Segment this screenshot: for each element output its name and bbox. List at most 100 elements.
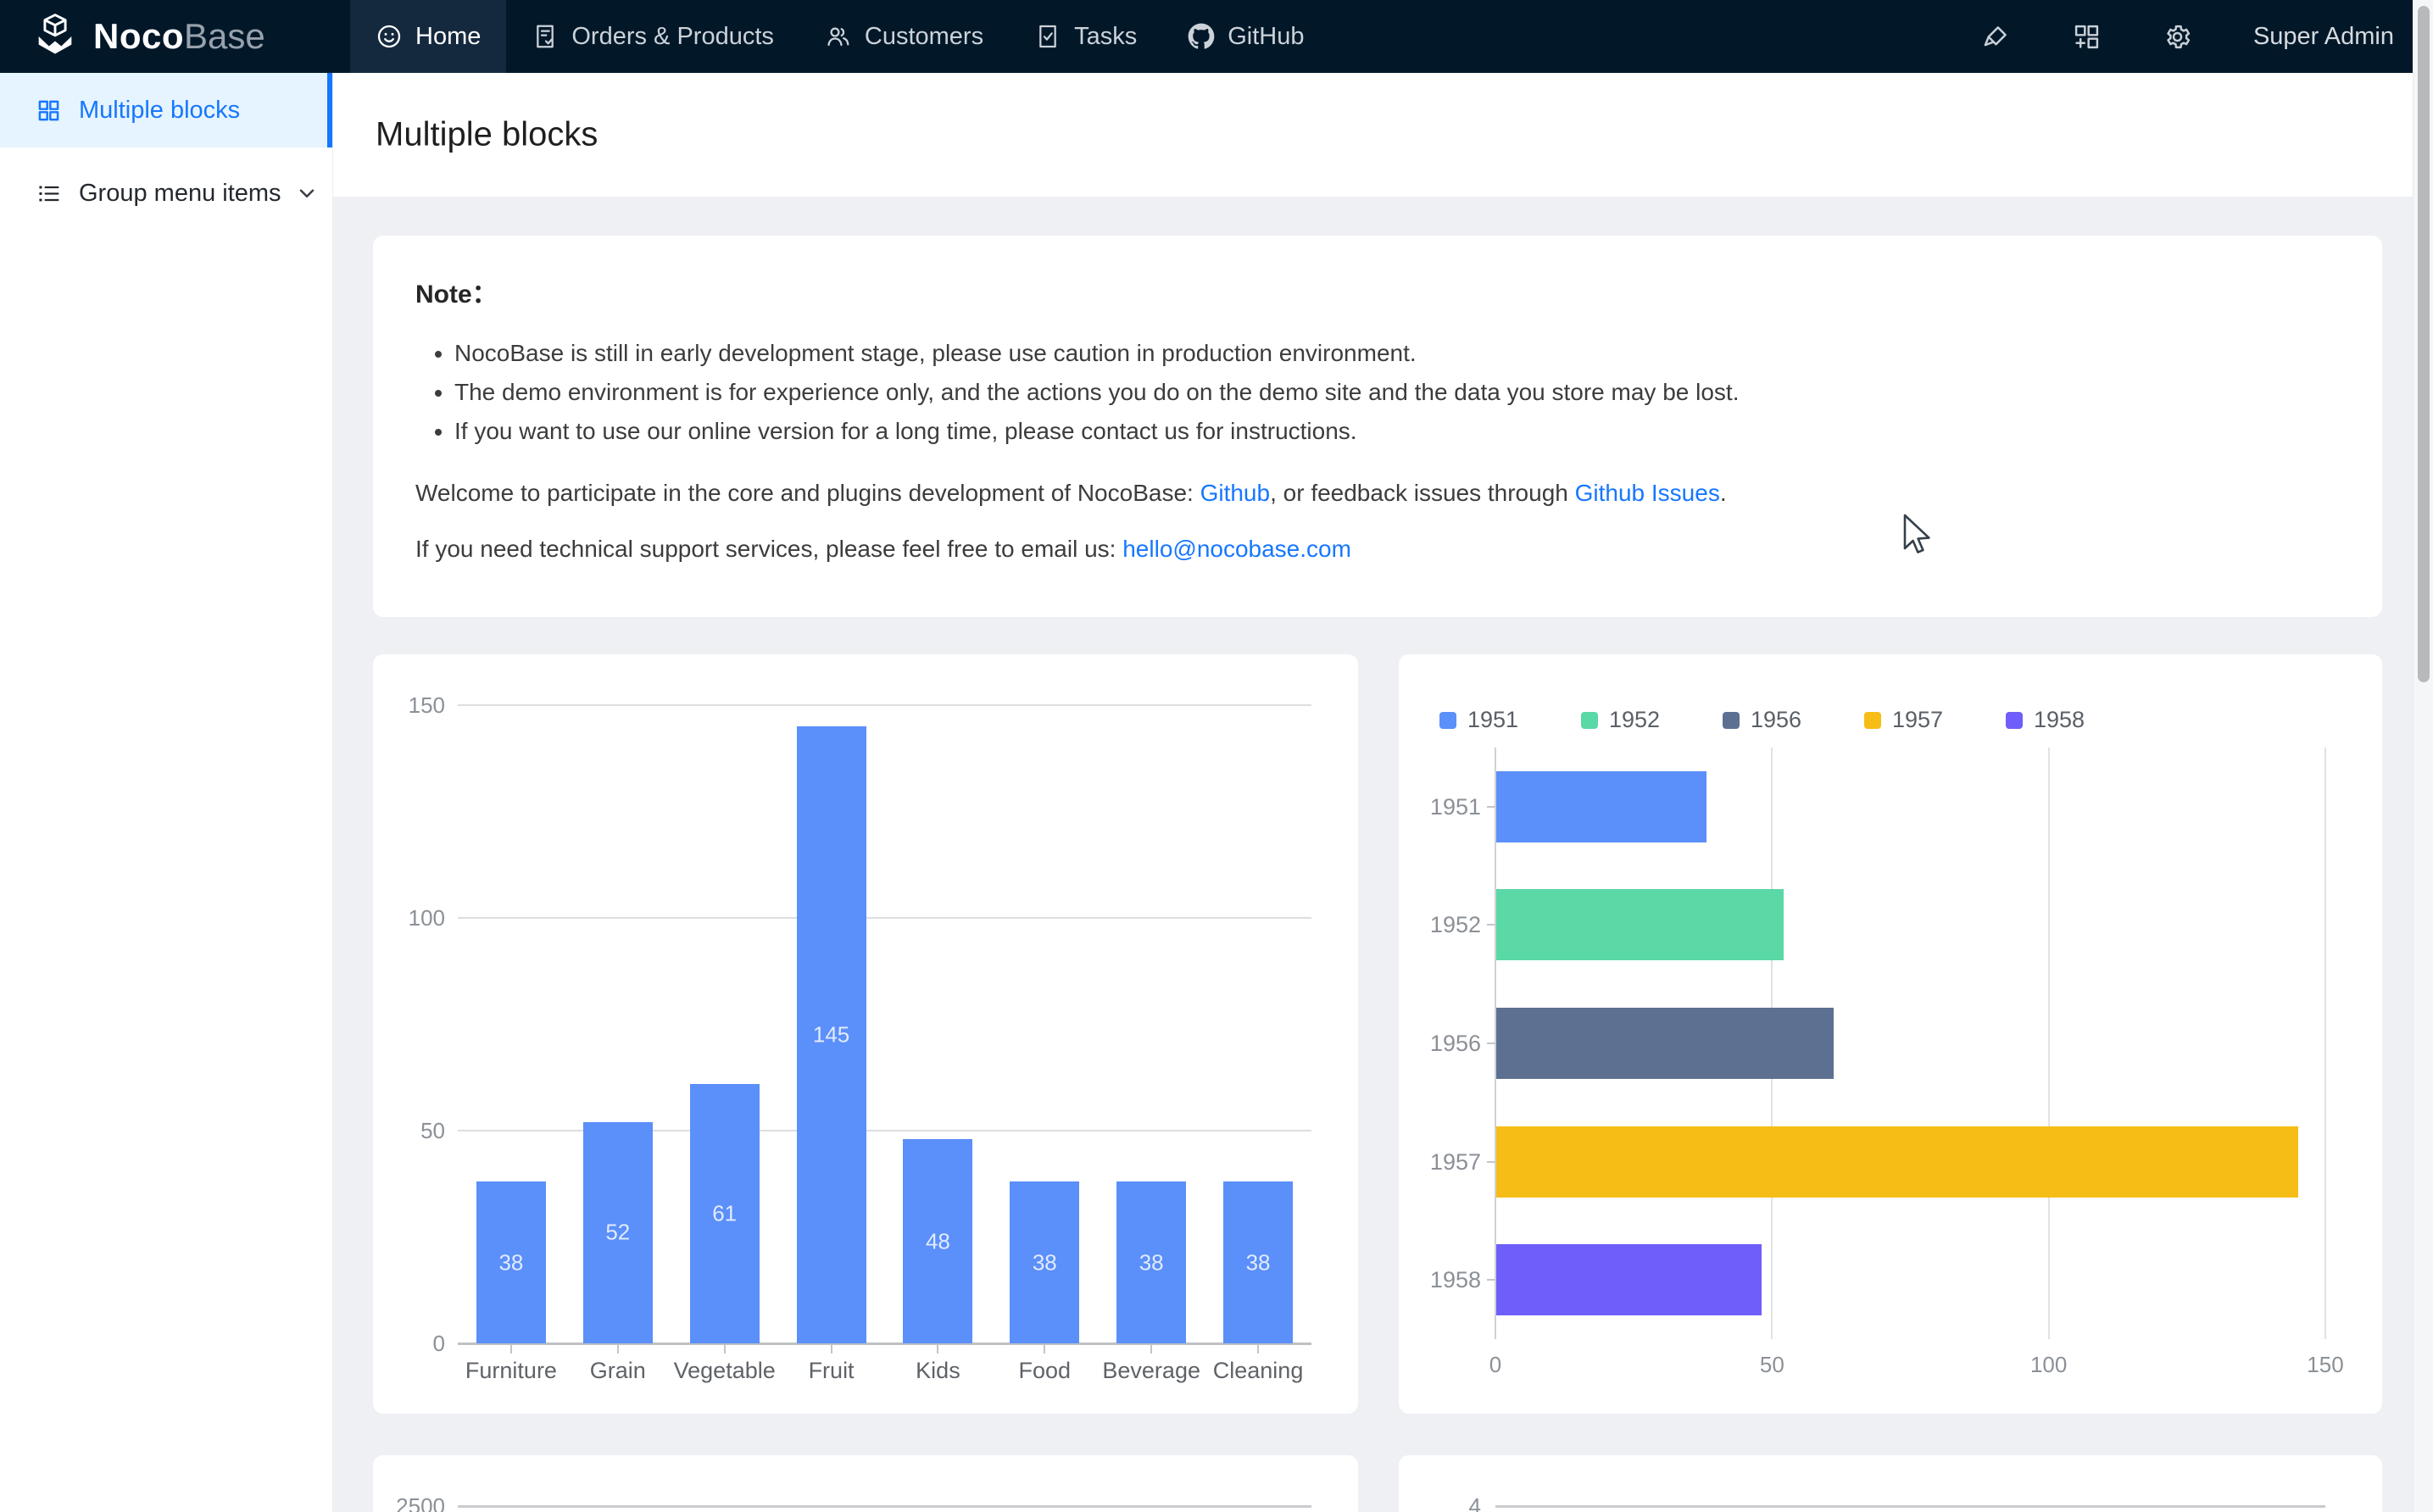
sidebar-item-group-menu-items[interactable]: Group menu items xyxy=(0,156,332,231)
bar-furniture[interactable]: 38 xyxy=(476,1181,546,1343)
smiley-icon xyxy=(376,23,403,50)
bar-beverage[interactable]: 38 xyxy=(1116,1181,1186,1343)
legend-label: 1956 xyxy=(1751,707,1801,733)
bar-food[interactable]: 38 xyxy=(1010,1181,1079,1343)
link-github-issues[interactable]: Github Issues xyxy=(1575,480,1720,506)
bar-value-label: 38 xyxy=(1010,1249,1079,1276)
bar-value-label: 38 xyxy=(476,1249,546,1276)
y-axis-category-label: 1957 xyxy=(1413,1148,1481,1176)
bar-value-label: 38 xyxy=(1223,1249,1293,1276)
y-axis-tick-label: 0 xyxy=(381,1330,445,1357)
note-paragraph-welcome: Welcome to participate in the core and p… xyxy=(415,476,2340,510)
bar-vegetable[interactable]: 61 xyxy=(690,1084,760,1343)
user-menu[interactable]: Super Admin xyxy=(2253,23,2394,51)
x-axis-tick-label: 100 xyxy=(2015,1351,2083,1378)
bar-kids[interactable]: 48 xyxy=(903,1139,972,1343)
x-axis-tick xyxy=(937,1345,938,1354)
bar-1958[interactable] xyxy=(1496,1244,1762,1315)
x-axis-tick xyxy=(1044,1345,1045,1354)
note-bullet: NocoBase is still in early development s… xyxy=(454,334,2340,373)
partial-chart-card-right: 4 xyxy=(1399,1455,2382,1512)
link-github[interactable]: Github xyxy=(1200,480,1271,506)
y-axis-category-label: 1958 xyxy=(1413,1266,1481,1293)
note-bullet: If you want to use our online version fo… xyxy=(454,412,2340,451)
nav-item-label: Home xyxy=(415,23,481,51)
x-axis-tick xyxy=(617,1345,619,1354)
nav-item-orders-products[interactable]: Orders & Products xyxy=(506,0,799,73)
bar-1957[interactable] xyxy=(1496,1126,2298,1198)
legend-label: 1952 xyxy=(1609,707,1660,733)
bar-value-label: 145 xyxy=(797,1022,866,1048)
vertical-bar-chart-card: 15010050038Furniture52Grain61Vegetable14… xyxy=(373,654,1358,1414)
note-heading: Note： xyxy=(415,273,2340,310)
note-paragraph-support: If you need technical support services, … xyxy=(415,532,2340,566)
x-axis-category-label: Food xyxy=(991,1356,1098,1385)
legend-item-1957[interactable]: 1957 xyxy=(1864,707,1943,733)
bar-1952[interactable] xyxy=(1496,889,1784,960)
gridline-150 xyxy=(458,704,1311,706)
x-axis-category-label: Furniture xyxy=(458,1356,565,1385)
y-axis-tick xyxy=(1487,924,1495,926)
sidebar-item-multiple-blocks[interactable]: Multiple blocks xyxy=(0,73,332,147)
list-menu-icon xyxy=(36,181,62,207)
scrollbar-thumb[interactable] xyxy=(2418,6,2430,682)
page-scrollbar[interactable] xyxy=(2413,0,2433,1512)
legend-label: 1957 xyxy=(1892,707,1943,733)
legend-marker xyxy=(1864,712,1881,729)
nav-item-github[interactable]: GitHub xyxy=(1162,0,1329,73)
settings-gear-icon[interactable] xyxy=(2163,22,2192,52)
link-hello-nocobase-com[interactable]: hello@nocobase.com xyxy=(1122,536,1351,562)
legend-label: 1951 xyxy=(1467,707,1518,733)
bar-1956[interactable] xyxy=(1496,1008,1834,1079)
bar-value-label: 38 xyxy=(1116,1249,1186,1276)
y-axis-tick-label: 50 xyxy=(381,1117,445,1144)
x-axis-category-label: Beverage xyxy=(1098,1356,1205,1385)
x-axis-tick xyxy=(1150,1345,1152,1354)
bar-value-label: 61 xyxy=(690,1200,760,1226)
y-axis-tick xyxy=(1487,806,1495,808)
horizontal-bar-chart-card: 0501001501951195219561957195819511952195… xyxy=(1399,654,2382,1414)
legend-item-1952[interactable]: 1952 xyxy=(1581,707,1660,733)
nav-item-label: Customers xyxy=(865,23,983,51)
customers-icon xyxy=(825,23,852,50)
orders-doc-icon xyxy=(532,23,559,50)
legend-item-1951[interactable]: 1951 xyxy=(1439,707,1518,733)
x-axis-category-label: Grain xyxy=(565,1356,671,1385)
logo-text-light: Base xyxy=(184,16,265,57)
nav-item-label: Orders & Products xyxy=(571,23,774,51)
app-window: NocoBase Home Orders & Products Customers T… xyxy=(0,0,2433,1512)
legend-item-1956[interactable]: 1956 xyxy=(1723,707,1801,733)
page-title: Multiple blocks xyxy=(376,116,598,154)
note-bullet-list: NocoBase is still in early development s… xyxy=(415,334,2340,451)
bar-grain[interactable]: 52 xyxy=(583,1122,653,1343)
bar-1951[interactable] xyxy=(1496,771,1706,842)
nocobase-logo[interactable]: NocoBase xyxy=(0,0,350,73)
page-header: Multiple blocks xyxy=(333,73,2413,197)
x-axis-tick xyxy=(1257,1345,1259,1354)
x-axis-tick xyxy=(724,1345,726,1354)
legend-item-1958[interactable]: 1958 xyxy=(2006,707,2085,733)
nav-item-home[interactable]: Home xyxy=(350,0,506,73)
nav-item-tasks[interactable]: Tasks xyxy=(1009,0,1162,73)
bar-cleaning[interactable]: 38 xyxy=(1223,1181,1293,1343)
vgridline-150 xyxy=(2324,748,2326,1339)
plugin-blocks-icon[interactable] xyxy=(2072,22,2102,52)
y-axis-category-label: 1952 xyxy=(1413,911,1481,938)
y-axis-tick xyxy=(1487,1161,1495,1163)
bar-fruit[interactable]: 145 xyxy=(797,726,866,1343)
nocobase-logo-icon xyxy=(31,12,80,61)
highlighter-icon[interactable] xyxy=(1981,22,2011,52)
navbar-right: Super Admin xyxy=(1981,22,2413,52)
x-axis-category-label: Kids xyxy=(885,1356,992,1385)
x-axis-tick xyxy=(831,1345,832,1354)
x-axis-category-label: Fruit xyxy=(778,1356,885,1385)
y-axis-tick xyxy=(1487,1279,1495,1281)
note-bullet: The demo environment is for experience o… xyxy=(454,373,2340,412)
top-navbar: NocoBase Home Orders & Products Customers T… xyxy=(0,0,2413,73)
tasks-check-icon xyxy=(1034,23,1061,50)
nav-item-customers[interactable]: Customers xyxy=(799,0,1009,73)
x-axis-category-label: Vegetable xyxy=(671,1356,778,1385)
y-axis-tick-label: 150 xyxy=(381,692,445,719)
grid-blocks-icon xyxy=(36,97,62,124)
y-axis-category-label: 1956 xyxy=(1413,1030,1481,1057)
